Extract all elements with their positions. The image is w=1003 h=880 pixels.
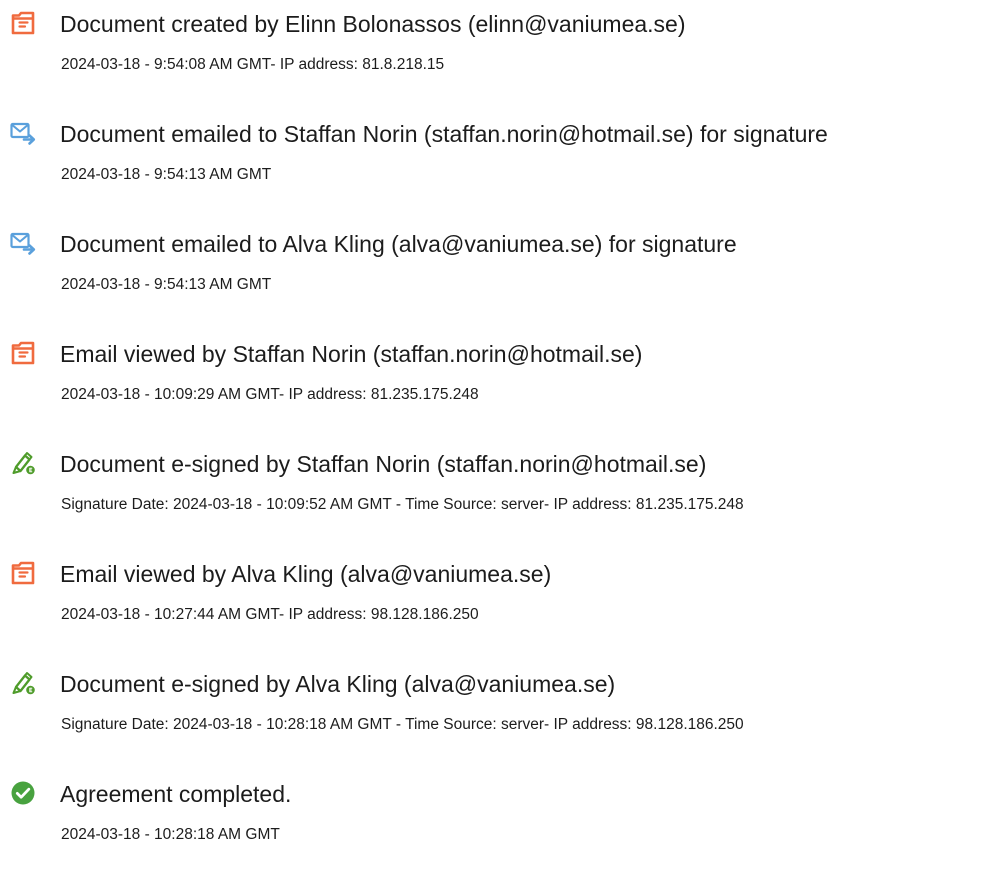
- history-entry-viewed: Email viewed by Staffan Norin (staffan.n…: [0, 330, 1003, 420]
- history-entry-emailed: Document emailed to Staffan Norin (staff…: [0, 110, 1003, 200]
- event-detail: 2024-03-18 - 10:09:29 AM GMT- IP address…: [61, 386, 479, 403]
- checkmark-circle-icon: [10, 780, 36, 806]
- event-title: Email viewed by Staffan Norin (staffan.n…: [60, 341, 643, 367]
- e-sign-pen-icon: [10, 450, 36, 476]
- history-entry-viewed: Email viewed by Alva Kling (alva@vaniume…: [0, 550, 1003, 640]
- history-entry-signed: Document e-signed by Staffan Norin (staf…: [0, 440, 1003, 530]
- event-detail: 2024-03-18 - 9:54:13 AM GMT: [61, 166, 272, 183]
- history-entry-completed: Agreement completed. 2024-03-18 - 10:28:…: [0, 770, 1003, 860]
- event-title: Document created by Elinn Bolonassos (el…: [60, 11, 686, 37]
- history-entry-created: Document created by Elinn Bolonassos (el…: [0, 0, 1003, 90]
- history-entry-signed: Document e-signed by Alva Kling (alva@va…: [0, 660, 1003, 750]
- event-title: Document e-signed by Alva Kling (alva@va…: [60, 671, 616, 697]
- document-icon: [10, 340, 36, 366]
- event-title: Document emailed to Alva Kling (alva@van…: [60, 231, 737, 257]
- event-detail: 2024-03-18 - 10:27:44 AM GMT- IP address…: [61, 606, 479, 623]
- event-title: Document emailed to Staffan Norin (staff…: [60, 121, 828, 147]
- email-sent-icon: [10, 230, 36, 256]
- document-icon: [10, 10, 36, 36]
- event-detail: 2024-03-18 - 10:28:18 AM GMT: [61, 826, 280, 843]
- event-title: Email viewed by Alva Kling (alva@vaniume…: [60, 561, 552, 587]
- event-title: Document e-signed by Staffan Norin (staf…: [60, 451, 707, 477]
- document-icon: [10, 560, 36, 586]
- email-sent-icon: [10, 120, 36, 146]
- history-entry-emailed: Document emailed to Alva Kling (alva@van…: [0, 220, 1003, 310]
- event-detail: Signature Date: 2024-03-18 - 10:09:52 AM…: [61, 496, 744, 513]
- event-title: Agreement completed.: [60, 781, 292, 807]
- e-sign-pen-icon: [10, 670, 36, 696]
- event-detail: 2024-03-18 - 9:54:08 AM GMT- IP address:…: [61, 56, 445, 73]
- event-detail: Signature Date: 2024-03-18 - 10:28:18 AM…: [61, 716, 744, 733]
- event-detail: 2024-03-18 - 9:54:13 AM GMT: [61, 276, 272, 293]
